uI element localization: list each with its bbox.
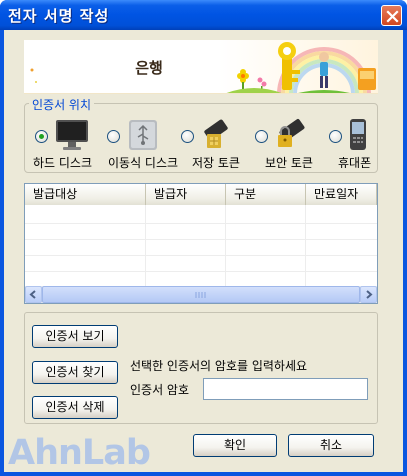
cert-list-header: 발급대상 발급자 구분 만료일자 (25, 184, 377, 205)
location-option-removable-disk[interactable]: 이동식 디스크 (105, 118, 185, 170)
hard-disk-label: 하드 디스크 (33, 156, 93, 170)
title-bar[interactable]: 전자 서명 작성 (0, 0, 407, 30)
scroll-right-button[interactable] (360, 286, 377, 303)
security-token-label: 보안 토큰 (265, 156, 313, 170)
col-header-issuer[interactable]: 발급자 (146, 184, 226, 205)
col-header-subject[interactable]: 발급대상 (25, 184, 146, 205)
storage-token-radio[interactable] (181, 130, 194, 143)
grid-line (25, 223, 377, 224)
password-prompt: 선택한 인증서의 암호를 입력하세요 (130, 359, 308, 373)
horizontal-scrollbar[interactable] (25, 286, 377, 303)
find-cert-button[interactable]: 인증서 찾기 (32, 361, 118, 384)
password-input[interactable] (203, 378, 368, 400)
col-header-type[interactable]: 구분 (226, 184, 306, 205)
monitor-icon (56, 120, 88, 150)
arrow-right-icon (366, 290, 373, 299)
location-option-security-token[interactable]: 보안 토큰 (253, 118, 323, 170)
location-option-storage-token[interactable]: 저장 토큰 (179, 118, 249, 170)
view-cert-button[interactable]: 인증서 보기 (32, 325, 118, 348)
cert-list[interactable]: 발급대상 발급자 구분 만료일자 (24, 183, 378, 304)
grid-line (145, 205, 146, 287)
close-button[interactable] (381, 5, 402, 26)
security-token-icon (278, 118, 305, 147)
hard-disk-radio[interactable] (35, 130, 48, 143)
grid-line (25, 239, 377, 240)
delete-cert-button[interactable]: 인증서 삭제 (32, 396, 118, 419)
grid-line (25, 255, 377, 256)
cert-location-legend: 인증서 위치 (29, 96, 95, 113)
storage-token-icon (204, 119, 228, 148)
removable-disk-label: 이동식 디스크 (108, 156, 179, 170)
window-title: 전자 서명 작성 (8, 7, 110, 25)
grid-line (25, 271, 377, 272)
bank-name: 은행 (135, 59, 163, 77)
storage-token-label: 저장 토큰 (192, 156, 240, 170)
scroll-thumb[interactable] (42, 286, 360, 303)
close-icon (386, 10, 399, 23)
ahnlab-logo: AhnLab (8, 433, 151, 473)
ok-button[interactable]: 확인 (193, 434, 277, 457)
location-option-mobile-phone[interactable]: 휴대폰 (328, 118, 378, 168)
grid-line (305, 205, 306, 287)
cancel-button[interactable]: 취소 (288, 434, 374, 457)
arrow-left-icon (29, 290, 36, 299)
mobile-phone-icon (350, 119, 366, 150)
security-token-radio[interactable] (255, 130, 268, 143)
mobile-phone-label: 휴대폰 (338, 156, 372, 168)
col-header-expiry[interactable]: 만료일자 (306, 184, 377, 205)
grid-line (225, 205, 226, 287)
password-label: 인증서 암호 (130, 383, 190, 397)
grip-icon (195, 292, 206, 298)
location-option-hard-disk[interactable]: 하드 디스크 (33, 118, 103, 170)
mobile-phone-radio[interactable] (329, 130, 342, 143)
removable-disk-radio[interactable] (107, 130, 120, 143)
usb-drive-icon (129, 120, 157, 150)
bank-banner: 은행 (24, 40, 378, 94)
scroll-left-button[interactable] (25, 286, 42, 303)
